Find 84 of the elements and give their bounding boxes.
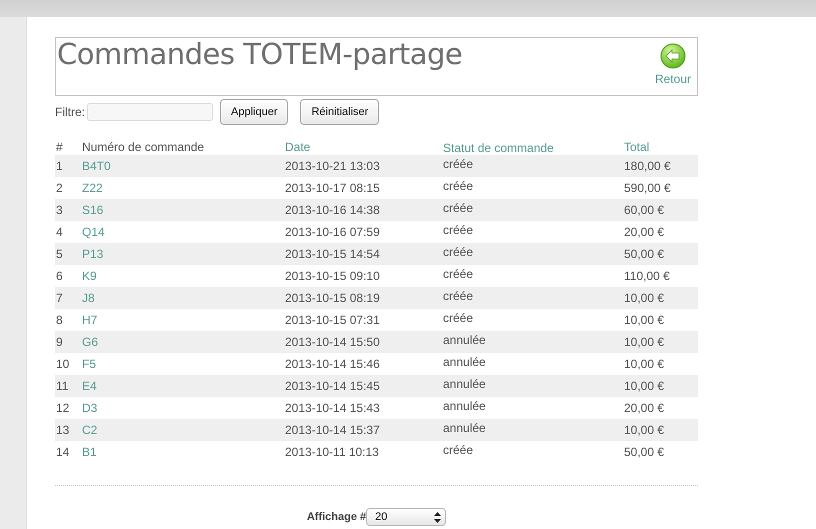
total-cell: 110,00 € — [623, 265, 698, 287]
date-cell: 2013-10-16 07:59 — [284, 221, 442, 243]
filter-button[interactable]: Réinitialiser — [300, 99, 380, 125]
date-cell: 2013-10-21 13:03 — [284, 155, 442, 177]
row-index: 13 — [55, 419, 81, 441]
total-cell: 10,00 € — [623, 353, 698, 375]
order-link[interactable]: Q14 — [82, 225, 105, 239]
status-cell: créée — [442, 199, 623, 221]
row-index: 10 — [55, 353, 81, 375]
date-cell: 2013-10-15 07:31 — [284, 309, 442, 331]
filter-field[interactable] — [87, 103, 213, 121]
column-header: # — [55, 139, 81, 155]
total-cell: 50,00 € — [623, 243, 698, 265]
status-cell: créée — [442, 441, 623, 463]
status-cell: créée — [442, 177, 623, 199]
status-cell: créée — [442, 287, 623, 309]
date-cell: 2013-10-14 15:37 — [284, 419, 442, 441]
total-cell: 10,00 € — [623, 419, 698, 441]
status-cell: annulée — [442, 353, 623, 375]
order-link[interactable]: H7 — [82, 313, 98, 327]
date-cell: 2013-10-15 14:54 — [284, 243, 442, 265]
status-cell: annulée — [442, 397, 623, 419]
date-cell: 2013-10-15 08:19 — [284, 287, 442, 309]
total-cell: 50,00 € — [623, 441, 698, 463]
total-cell: 60,00 € — [623, 199, 698, 221]
order-link[interactable]: P13 — [82, 247, 104, 261]
row-index: 3 — [55, 199, 81, 221]
row-index: 6 — [55, 265, 81, 287]
total-cell: 10,00 € — [623, 331, 698, 353]
sort-column-header[interactable]: Statut de commande — [442, 139, 623, 155]
status-cell: annulée — [442, 419, 623, 441]
status-cell: annulée — [442, 375, 623, 397]
order-link[interactable]: Z22 — [82, 181, 103, 195]
page-size-select[interactable]: 20 — [366, 508, 446, 526]
date-cell: 2013-10-16 14:38 — [284, 199, 442, 221]
column-header: Numéro de commande — [81, 139, 284, 155]
row-index: 9 — [55, 331, 81, 353]
total-cell: 20,00 € — [623, 397, 698, 419]
status-cell: créée — [442, 155, 623, 177]
date-cell: 2013-10-17 08:15 — [284, 177, 442, 199]
back-link[interactable]: Retour — [654, 43, 691, 86]
order-link[interactable]: B1 — [82, 445, 97, 459]
order-link[interactable]: C2 — [82, 423, 98, 437]
total-cell: 10,00 € — [623, 309, 698, 331]
row-index: 5 — [55, 243, 81, 265]
status-cell: créée — [442, 309, 623, 331]
date-cell: 2013-10-14 15:45 — [284, 375, 442, 397]
total-cell: 20,00 € — [623, 221, 698, 243]
order-link[interactable]: E4 — [82, 379, 97, 393]
sort-column-header[interactable]: Date — [284, 139, 442, 155]
order-link[interactable]: J8 — [82, 291, 95, 305]
date-cell: 2013-10-14 15:46 — [284, 353, 442, 375]
row-index: 14 — [55, 441, 81, 463]
total-cell: 10,00 € — [623, 287, 698, 309]
order-link[interactable]: F5 — [82, 357, 96, 371]
status-cell: annulée — [442, 331, 623, 353]
status-cell: créée — [442, 221, 623, 243]
total-cell: 180,00 € — [623, 155, 698, 177]
row-index: 1 — [55, 155, 81, 177]
row-index: 8 — [55, 309, 81, 331]
order-link[interactable]: B4T0 — [82, 159, 111, 173]
row-index: 2 — [55, 177, 81, 199]
row-index: 4 — [55, 221, 81, 243]
status-cell: créée — [442, 265, 623, 287]
date-cell: 2013-10-11 10:13 — [284, 441, 442, 463]
filter-label: Filtre: — [55, 105, 85, 119]
page-size-label: Affichage # — [306, 511, 366, 523]
date-cell: 2013-10-14 15:43 — [284, 397, 442, 419]
date-cell: 2013-10-15 09:10 — [284, 265, 442, 287]
order-link[interactable]: D3 — [82, 401, 98, 415]
order-link[interactable]: G6 — [82, 335, 98, 349]
filter-button[interactable]: Appliquer — [220, 99, 288, 125]
row-index: 7 — [55, 287, 81, 309]
total-cell: 10,00 € — [623, 375, 698, 397]
sort-column-header[interactable]: Total — [623, 139, 698, 155]
stepper-icon — [434, 512, 442, 522]
page-title: Commandes TOTEM-partage — [56, 38, 462, 70]
status-cell: créée — [442, 243, 623, 265]
order-link[interactable]: K9 — [82, 269, 97, 283]
row-index: 12 — [55, 397, 81, 419]
total-cell: 590,00 € — [623, 177, 698, 199]
date-cell: 2013-10-14 15:50 — [284, 331, 442, 353]
row-index: 11 — [55, 375, 81, 397]
order-link[interactable]: S16 — [82, 203, 104, 217]
